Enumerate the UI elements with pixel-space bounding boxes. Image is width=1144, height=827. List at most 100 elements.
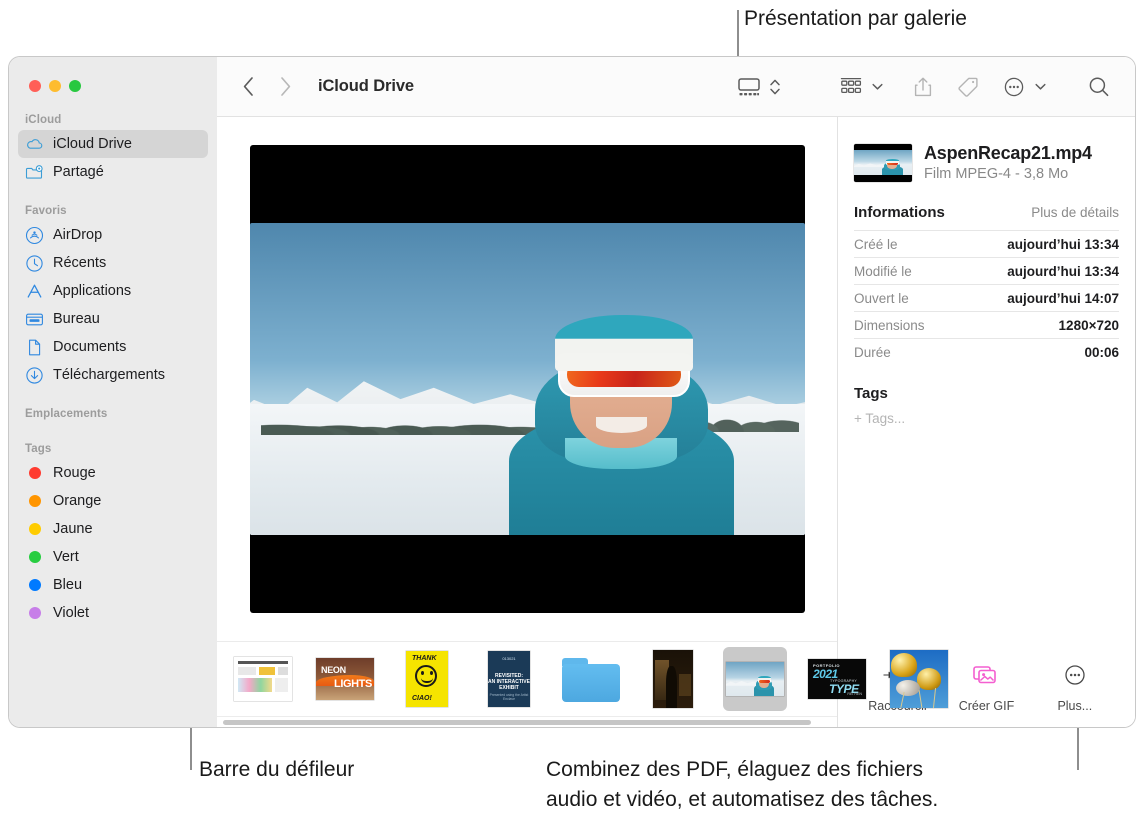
minimize-button[interactable] bbox=[49, 80, 61, 92]
preview-area bbox=[217, 117, 837, 641]
tag-button[interactable] bbox=[956, 72, 980, 102]
back-button[interactable] bbox=[239, 75, 257, 99]
share-button[interactable] bbox=[912, 72, 934, 102]
sidebar-section-icloud: iCloud bbox=[9, 114, 217, 130]
sidebar-item-tag-violet[interactable]: Violet bbox=[18, 599, 208, 627]
thumbnail-item[interactable]: NEON LIGHTS bbox=[313, 647, 377, 711]
thumbnail-item[interactable] bbox=[887, 647, 951, 711]
sidebar-item-telechargements[interactable]: Téléchargements bbox=[18, 361, 208, 389]
view-mode-stepper-icon[interactable] bbox=[769, 72, 781, 102]
sidebar-item-label: Orange bbox=[53, 493, 101, 509]
info-section-title: Informations bbox=[854, 204, 945, 221]
info-row-duration: Durée 00:06 bbox=[854, 338, 1119, 365]
tag-dot-icon bbox=[25, 576, 44, 595]
sidebar-item-airdrop[interactable]: AirDrop bbox=[18, 221, 208, 249]
gallery-view-icon[interactable] bbox=[736, 72, 762, 102]
video-preview bbox=[250, 223, 805, 535]
annotation-quick-actions-line2: audio et vidéo, et automatisez des tâche… bbox=[546, 786, 938, 814]
sidebar-item-label: Bleu bbox=[53, 577, 82, 593]
search-button[interactable] bbox=[1087, 72, 1111, 102]
sidebar-item-label: Violet bbox=[53, 605, 89, 621]
file-kind: Film MPEG-4 - 3,8 Mo bbox=[924, 166, 1092, 182]
group-by-icon[interactable] bbox=[839, 72, 863, 102]
annotation-gallery-view-leader bbox=[737, 10, 739, 57]
sidebar-item-tag-vert[interactable]: Vert bbox=[18, 543, 208, 571]
view-mode-control[interactable] bbox=[736, 72, 781, 102]
desktop-icon bbox=[25, 310, 44, 329]
content-area: iCloud Drive bbox=[217, 57, 1135, 727]
downloads-icon bbox=[25, 366, 44, 385]
sidebar-item-recents[interactable]: Récents bbox=[18, 249, 208, 277]
info-section-header: Informations Plus de détails bbox=[854, 204, 1119, 230]
sidebar-item-bureau[interactable]: Bureau bbox=[18, 305, 208, 333]
quick-action-create-gif[interactable]: Créer GIF bbox=[945, 663, 1027, 713]
info-row-value: aujourd’hui 13:34 bbox=[1007, 264, 1119, 279]
annotation-quick-actions-line1: Combinez des PDF, élaguez des fichiers bbox=[546, 756, 923, 784]
sidebar-section-tags: Tags bbox=[9, 443, 217, 459]
info-row-value: 1280×720 bbox=[1059, 318, 1119, 333]
info-row-created: Créé le aujourd’hui 13:34 bbox=[854, 230, 1119, 257]
annotation-scrollbar: Barre du défileur bbox=[199, 756, 354, 784]
tag-dot-icon bbox=[25, 604, 44, 623]
thumbnail-item[interactable] bbox=[231, 647, 295, 711]
tag-dot-icon bbox=[25, 464, 44, 483]
create-gif-icon bbox=[970, 663, 1002, 692]
sidebar-item-applications[interactable]: Applications bbox=[18, 277, 208, 305]
chevron-down-icon[interactable] bbox=[1034, 72, 1047, 102]
shared-folder-icon bbox=[25, 163, 44, 182]
info-row-key: Dimensions bbox=[854, 318, 925, 333]
quick-action-label: Créer GIF bbox=[959, 699, 1015, 713]
sidebar-item-tag-jaune[interactable]: Jaune bbox=[18, 515, 208, 543]
sidebar-item-icloud-drive[interactable]: iCloud Drive bbox=[18, 130, 208, 158]
sidebar-item-label: Partagé bbox=[53, 164, 104, 180]
info-row-key: Durée bbox=[854, 345, 891, 360]
sidebar-item-label: iCloud Drive bbox=[53, 136, 132, 152]
info-row-key: Créé le bbox=[854, 237, 898, 252]
sidebar-item-tag-bleu[interactable]: Bleu bbox=[18, 571, 208, 599]
scrollbar-thumb[interactable] bbox=[223, 720, 811, 725]
annotation-gallery-view: Présentation par galerie bbox=[744, 5, 967, 33]
finder-window: iCloud iCloud Drive Partagé Favoris bbox=[9, 57, 1135, 727]
group-by-control[interactable] bbox=[839, 72, 884, 102]
thumbnail-item[interactable]: 013021 REVISITED:AN INTERACTIVEEXHIBIT P… bbox=[477, 647, 541, 711]
thumbnail-item-folder[interactable] bbox=[559, 647, 623, 711]
thumbnail-item[interactable] bbox=[641, 647, 705, 711]
close-button[interactable] bbox=[29, 80, 41, 92]
tag-dot-icon bbox=[25, 520, 44, 539]
add-tags-field[interactable]: + Tags... bbox=[854, 411, 1119, 426]
more-actions-icon[interactable] bbox=[1002, 72, 1026, 102]
sidebar-item-tag-rouge[interactable]: Rouge bbox=[18, 459, 208, 487]
sidebar-item-partage[interactable]: Partagé bbox=[18, 158, 208, 186]
sidebar-item-tag-orange[interactable]: Orange bbox=[18, 487, 208, 515]
forward-button[interactable] bbox=[276, 75, 294, 99]
thumbnail-scroll-track[interactable] bbox=[217, 716, 837, 727]
sidebar-section-favoris: Favoris bbox=[9, 205, 217, 221]
file-header: AspenRecap21.mp4 Film MPEG-4 - 3,8 Mo bbox=[854, 117, 1119, 204]
breadcrumb[interactable]: iCloud Drive bbox=[318, 77, 414, 96]
airdrop-icon bbox=[25, 226, 44, 245]
info-row-key: Modifié le bbox=[854, 264, 912, 279]
info-row-value: 00:06 bbox=[1084, 345, 1119, 360]
info-row-value: aujourd’hui 14:07 bbox=[1007, 291, 1119, 306]
tag-dot-icon bbox=[25, 492, 44, 511]
thumbnail-item-selected[interactable] bbox=[723, 647, 787, 711]
sidebar-item-documents[interactable]: Documents bbox=[18, 333, 208, 361]
info-row-dimensions: Dimensions 1280×720 bbox=[854, 311, 1119, 338]
toolbar: iCloud Drive bbox=[217, 57, 1135, 117]
sidebar-item-label: Applications bbox=[53, 283, 131, 299]
thumbnail-item[interactable]: PORTFOLIO 2021 TYPOGRAPHY TYPE REI REN bbox=[805, 647, 869, 711]
sidebar-item-label: Rouge bbox=[53, 465, 96, 481]
zoom-button[interactable] bbox=[69, 80, 81, 92]
sidebar-item-label: Bureau bbox=[53, 311, 100, 327]
thumbnail-item[interactable]: THANK CIAO! bbox=[395, 647, 459, 711]
body-split: NEON LIGHTS THANK CIAO! bbox=[217, 117, 1135, 727]
sidebar-item-label: Jaune bbox=[53, 521, 93, 537]
quick-action-more[interactable]: Plus... bbox=[1034, 663, 1116, 713]
info-row-value: aujourd’hui 13:34 bbox=[1007, 237, 1119, 252]
preview-frame[interactable] bbox=[250, 145, 805, 613]
thumbnail-strip[interactable]: NEON LIGHTS THANK CIAO! bbox=[217, 642, 837, 716]
applications-icon bbox=[25, 282, 44, 301]
chevron-down-icon[interactable] bbox=[871, 72, 884, 102]
more-actions-control[interactable] bbox=[1002, 72, 1047, 102]
more-details-link[interactable]: Plus de détails bbox=[1031, 205, 1119, 220]
